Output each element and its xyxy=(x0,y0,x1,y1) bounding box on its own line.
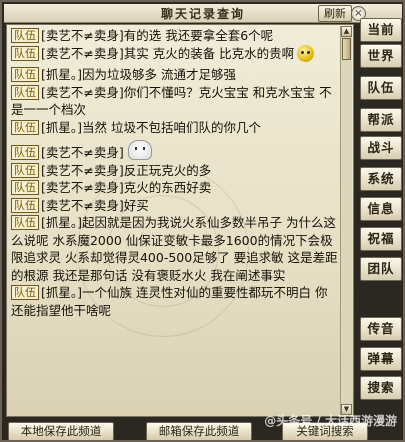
channel-badge[interactable]: 队伍 xyxy=(11,67,39,82)
chat-log[interactable]: 队伍 [卖艺不≠卖身]有的选 我还要拿全套6个呢 队伍 [卖艺不≠卖身]其实 克火的… xyxy=(6,24,354,417)
scroll-thumb[interactable] xyxy=(342,38,351,60)
tab-world[interactable]: 世界 xyxy=(360,44,402,68)
message-list: 队伍 [卖艺不≠卖身]有的选 我还要拿全套6个呢 队伍 [卖艺不≠卖身]其实 克火的… xyxy=(11,27,339,319)
message-text: [抓星。]一个仙族 连灵性对仙的重要性都玩不明白 你还能指望他干啥呢 xyxy=(11,285,328,318)
save-local-button[interactable]: 本地保存此频道 xyxy=(8,422,114,441)
tab-search[interactable]: 搜索 xyxy=(360,376,402,400)
chat-message: 队伍 [卖艺不≠卖身]好买 xyxy=(11,197,339,215)
chat-message: 队伍 [抓星。]起因就是因为我说火系仙多数半吊子 为什么这么说呢 水系魔2000 … xyxy=(11,214,339,284)
channel-badge[interactable]: 队伍 xyxy=(11,180,39,195)
chat-message: 队伍 [抓星。]一个仙族 连灵性对仙的重要性都玩不明白 你还能指望他干啥呢 xyxy=(11,284,339,319)
tab-team[interactable]: 队伍 xyxy=(360,76,402,100)
tab-battle[interactable]: 战斗 xyxy=(360,136,402,160)
channel-badge[interactable]: 队伍 xyxy=(11,28,39,43)
message-text: [抓星。]起因就是因为我说火系仙多数半吊子 为什么这么说呢 水系魔2000 仙保… xyxy=(11,215,338,283)
tab-current[interactable]: 当前 xyxy=(360,18,402,42)
emoji-ghost-icon xyxy=(127,140,152,160)
chat-message: 队伍 [卖艺不≠卖身] xyxy=(11,140,339,162)
channel-badge[interactable]: 队伍 xyxy=(11,215,39,230)
source-watermark: @头条号 / 大话西游漫游 xyxy=(264,414,397,428)
chat-message: 队伍 [抓星。]当然 垃圾不包括咱们队的你几个 xyxy=(11,119,339,137)
chat-message: 队伍 [卖艺不≠卖身]有的选 我还要拿全套6个呢 xyxy=(11,27,339,45)
channel-badge[interactable]: 队伍 xyxy=(11,285,39,300)
tab-group[interactable]: 团队 xyxy=(360,257,402,281)
channel-badge[interactable]: 队伍 xyxy=(11,119,39,135)
channel-badge[interactable]: 队伍 xyxy=(11,45,39,61)
tab-guild[interactable]: 帮派 xyxy=(360,108,402,132)
message-text: [卖艺不≠卖身]反正玩克火的多 xyxy=(41,162,212,178)
chat-message: 队伍 [抓星。]因为垃圾够多 流通才足够强 xyxy=(11,66,339,84)
scroll-up-arrow-icon[interactable]: ▲ xyxy=(341,26,352,37)
save-mail-button[interactable]: 邮箱保存此频道 xyxy=(146,422,252,441)
chat-history-window: 聊天记录查询 刷新 × 队伍 [卖艺不≠卖身]有的选 我还要拿全套6个呢 队伍 [卖… xyxy=(0,0,405,442)
tab-blessing[interactable]: 祝福 xyxy=(360,227,402,251)
chat-message: 队伍 [卖艺不≠卖身]你们不懂吗？克火宝宝 和克水宝宝 不是一一个档次 xyxy=(11,84,339,119)
channel-badge[interactable]: 队伍 xyxy=(11,197,39,213)
channel-badge[interactable]: 队伍 xyxy=(11,162,39,178)
message-text: [卖艺不≠卖身]有的选 我还要拿全套6个呢 xyxy=(41,28,274,43)
message-text: [抓星。]当然 垃圾不包括咱们队的你几个 xyxy=(41,119,261,135)
tab-info[interactable]: 信息 xyxy=(360,197,402,221)
tab-danmaku[interactable]: 弹幕 xyxy=(360,347,402,371)
tab-whisper[interactable]: 传音 xyxy=(360,317,402,341)
emoji-smirk-icon xyxy=(297,44,315,62)
message-text: [卖艺不≠卖身]好买 xyxy=(41,197,149,213)
channel-badge[interactable]: 队伍 xyxy=(11,84,39,100)
chat-message: 队伍 [卖艺不≠卖身]反正玩克火的多 xyxy=(11,162,339,180)
channel-badge[interactable]: 队伍 xyxy=(11,145,39,160)
message-text: [卖艺不≠卖身] xyxy=(41,145,124,160)
title-bar: 聊天记录查询 刷新 × xyxy=(4,4,402,23)
chat-message: 队伍 [卖艺不≠卖身]克火的东西好卖 xyxy=(11,179,339,197)
chat-message: 队伍 [卖艺不≠卖身]其实 克火的装备 比克水的贵啊 xyxy=(11,44,339,63)
message-text: [卖艺不≠卖身]你们不懂吗？克火宝宝 和克水宝宝 不是一一个档次 xyxy=(11,84,332,118)
tab-system[interactable]: 系统 xyxy=(360,167,402,191)
message-text: [卖艺不≠卖身]其实 克火的装备 比克水的贵啊 xyxy=(41,45,295,61)
message-text: [卖艺不≠卖身]克火的东西好卖 xyxy=(41,180,212,195)
refresh-button[interactable]: 刷新 xyxy=(318,5,352,22)
chat-scrollbar[interactable]: ▲ ▼ xyxy=(340,26,352,415)
message-text: [抓星。]因为垃圾够多 流通才足够强 xyxy=(41,67,236,82)
